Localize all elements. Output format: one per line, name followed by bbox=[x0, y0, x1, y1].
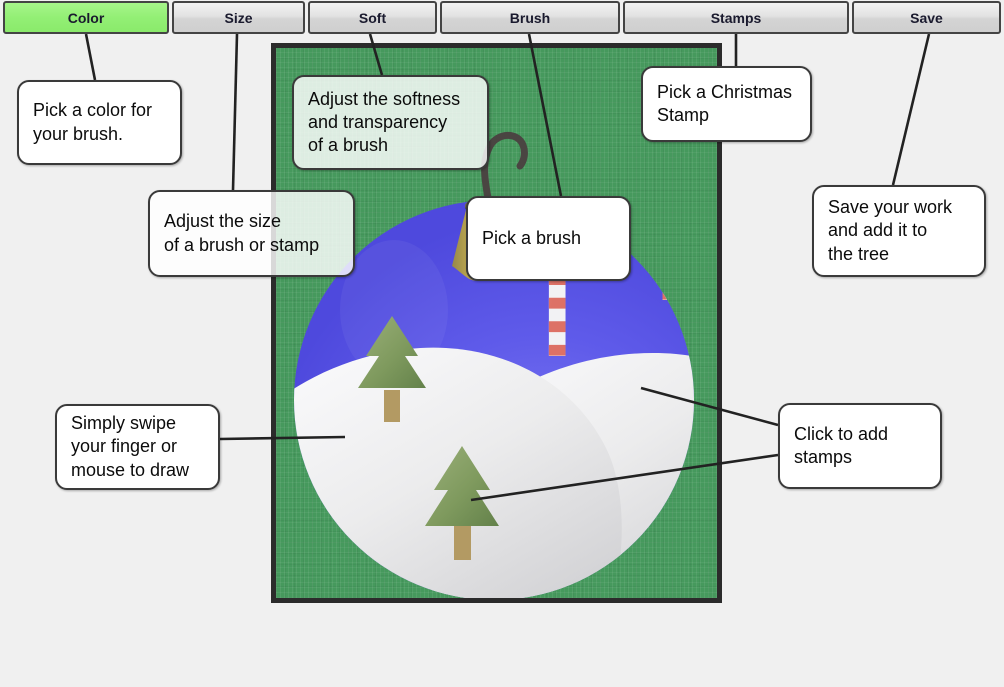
callout-text-line: Pick a brush bbox=[482, 227, 582, 248]
callout-text: Save your work and add it to the tree bbox=[828, 196, 952, 265]
callout-save-work: Save your work and add it to the tree bbox=[812, 185, 986, 277]
callout-text-line: and add it to bbox=[828, 220, 928, 241]
toolbar-button-label: Save bbox=[910, 9, 943, 26]
callout-text-line: your brush. bbox=[33, 123, 124, 144]
toolbar-button-label: Stamps bbox=[710, 9, 762, 26]
toolbar-button-save[interactable]: Save bbox=[852, 1, 1001, 34]
toolbar-button-color[interactable]: Color bbox=[3, 1, 169, 34]
toolbar-button-stamps[interactable]: Stamps bbox=[623, 1, 849, 34]
callout-click-add-stamps: Click to add stamps bbox=[778, 403, 942, 489]
ornament-hook bbox=[481, 131, 528, 207]
callout-text: Pick a color for your brush. bbox=[33, 99, 152, 145]
callout-text-line: of a brush bbox=[308, 135, 389, 156]
toolbar-button-label: Size bbox=[224, 9, 253, 26]
callout-text: Adjust the softness and transparency of a … bbox=[308, 88, 460, 157]
callout-text-line: Pick a Christmas bbox=[657, 81, 793, 102]
callout-text-line: Adjust the size bbox=[164, 211, 282, 232]
callout-text: Pick a brush bbox=[482, 227, 581, 250]
callout-adjust-softness: Adjust the softness and transparency of a … bbox=[292, 75, 489, 170]
callout-pick-color: Pick a color for your brush. bbox=[17, 80, 182, 165]
connector-color bbox=[84, 33, 97, 81]
callout-text-line: and transparency bbox=[308, 111, 448, 132]
callout-pick-brush: Pick a brush bbox=[466, 196, 631, 281]
callout-text-line: your finger or bbox=[71, 436, 178, 457]
connector-size bbox=[231, 33, 239, 191]
callout-adjust-size: Adjust the size of a brush or stamp bbox=[148, 190, 355, 277]
connector-save bbox=[891, 33, 931, 186]
toolbar-button-soft[interactable]: Soft bbox=[308, 1, 437, 34]
callout-text-line: Adjust the softness bbox=[308, 88, 461, 109]
callout-text: Click to add stamps bbox=[794, 423, 888, 469]
callout-text-line: the tree bbox=[828, 243, 890, 264]
callout-text-line: stamps bbox=[794, 447, 853, 467]
toolbar-button-label: Soft bbox=[358, 9, 387, 26]
toolbar[interactable]: Color Size Soft Brush Stamps Save bbox=[0, 0, 1004, 34]
callout-swipe-to-draw: Simply swipe your finger or mouse to draw bbox=[55, 404, 220, 490]
callout-text-line: Save your work bbox=[828, 197, 953, 218]
toolbar-button-brush[interactable]: Brush bbox=[440, 1, 620, 34]
callout-text: Simply swipe your finger or mouse to draw bbox=[71, 412, 189, 481]
toolbar-button-label: Brush bbox=[509, 9, 551, 26]
callout-text-line: Click to add bbox=[794, 423, 889, 444]
callout-text-line: mouse to draw bbox=[71, 459, 190, 480]
callout-text-line: Simply swipe bbox=[71, 413, 177, 434]
toolbar-button-size[interactable]: Size bbox=[172, 1, 305, 34]
callout-text-line: Pick a color for bbox=[33, 100, 153, 121]
callout-text: Adjust the size of a brush or stamp bbox=[164, 210, 319, 256]
toolbar-button-label: Color bbox=[67, 9, 105, 26]
callout-pick-christmas-stamp: Pick a Christmas Stamp bbox=[641, 66, 812, 142]
callout-text-line: Stamp bbox=[657, 105, 710, 125]
callout-text: Pick a Christmas Stamp bbox=[657, 81, 792, 127]
callout-text-line: of a brush or stamp bbox=[164, 234, 320, 255]
